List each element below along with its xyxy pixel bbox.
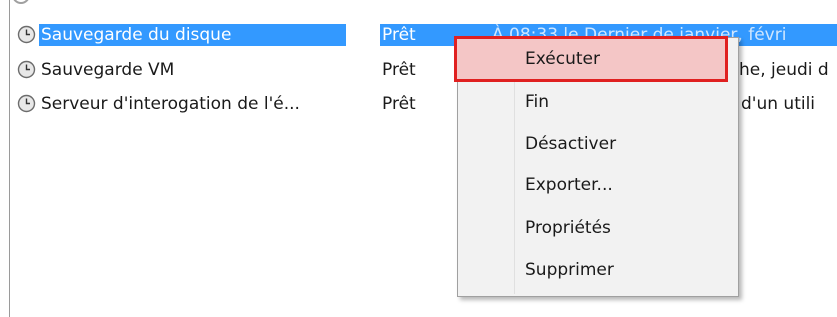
menu-item-label: Fin <box>525 92 550 112</box>
task-trigger: he, jeudi d <box>739 60 829 80</box>
task-status: Prêt <box>382 94 416 114</box>
menu-item-fin[interactable]: Fin <box>458 82 738 122</box>
task-name: Sauvegarde du disque <box>39 24 346 46</box>
clock-icon <box>12 0 30 4</box>
menu-item-desactiver[interactable]: Désactiver <box>458 124 738 164</box>
menu-item-label: Désactiver <box>525 134 617 154</box>
menu-item-proprietes[interactable]: Propriétés <box>458 208 738 248</box>
task-name: Serveur d'interogation de l'é... <box>41 94 300 114</box>
menu-item-label: Exécuter <box>525 49 600 69</box>
task-row-partial <box>0 0 837 24</box>
task-trigger: d'un utili <box>741 94 816 114</box>
menu-item-label: Supprimer <box>525 260 614 280</box>
context-menu: Exécuter Fin Désactiver Exporter... Prop… <box>454 36 739 297</box>
menu-item-label: Propriétés <box>525 218 611 238</box>
menu-item-exporter[interactable]: Exporter... <box>458 165 738 205</box>
menu-item-label: Exporter... <box>525 175 613 195</box>
clock-icon <box>17 94 36 113</box>
task-status: Prêt <box>382 25 416 45</box>
task-status: Prêt <box>382 60 416 80</box>
clock-icon <box>17 25 36 44</box>
menu-item-executer[interactable]: Exécuter <box>454 36 728 82</box>
list-left-border <box>9 0 10 317</box>
task-name: Sauvegarde VM <box>41 60 175 80</box>
clock-icon <box>17 60 36 79</box>
menu-item-supprimer[interactable]: Supprimer <box>458 250 738 290</box>
